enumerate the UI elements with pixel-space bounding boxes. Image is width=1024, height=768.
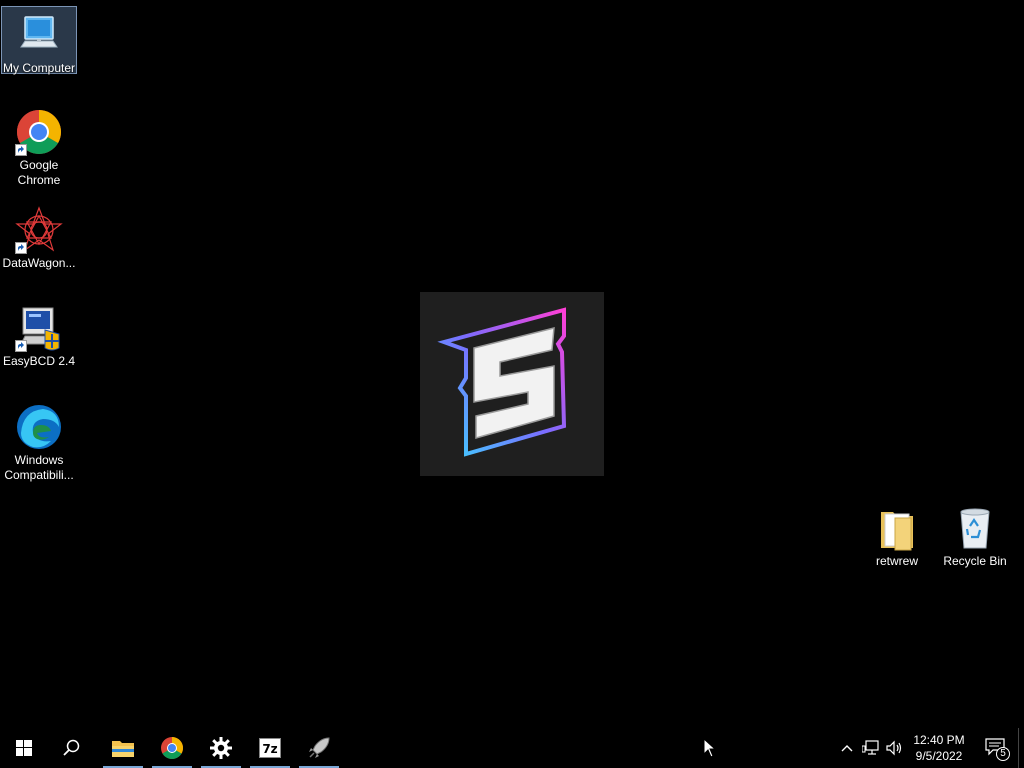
- rocket-icon: [309, 737, 330, 758]
- taskbar: 7z 12:40 PM 9/5/2022 5: [0, 728, 1024, 768]
- wallpaper-logo: 5: [420, 292, 604, 476]
- clock[interactable]: 12:40 PM 9/5/2022: [908, 731, 970, 765]
- desktop-icon-recycle-bin[interactable]: Recycle Bin: [937, 500, 1013, 569]
- taskbar-chrome[interactable]: [148, 728, 196, 768]
- desktop-icon-label: Recycle Bin: [943, 554, 1007, 568]
- network-button[interactable]: [860, 728, 882, 768]
- desktop-icon-label: EasyBCD 2.4: [2, 354, 76, 368]
- datawagon-icon: [15, 206, 63, 254]
- folder-icon: [112, 741, 134, 757]
- chrome-icon: [161, 737, 183, 759]
- speaker-icon: [886, 740, 902, 756]
- show-desktop-button[interactable]: [1018, 728, 1024, 768]
- desktop-icon-my-computer[interactable]: My Computer: [1, 6, 77, 75]
- taskbar-app[interactable]: [295, 728, 343, 768]
- taskbar-file-explorer[interactable]: [99, 728, 147, 768]
- recycle-bin-icon: [951, 504, 999, 552]
- desktop-icon-label: Google Chrome: [17, 158, 61, 187]
- taskbar-settings[interactable]: [197, 728, 245, 768]
- desktop-icon-label: Windows Compatibili...: [4, 453, 74, 482]
- start-button[interactable]: [0, 728, 48, 768]
- shortcut-arrow-icon: [15, 242, 27, 254]
- notification-center-button[interactable]: 5: [976, 728, 1016, 768]
- desktop-icon-label: My Computer: [2, 61, 76, 75]
- chrome-icon: [15, 108, 63, 156]
- windows-logo-icon: [16, 740, 32, 756]
- edge-icon: [15, 403, 63, 451]
- desktop-icon-label: retwrew: [875, 554, 918, 568]
- desktop-icon-retwrew-folder[interactable]: retwrew: [859, 500, 935, 569]
- computer-icon: [15, 11, 63, 59]
- desktop-icon-datawagon[interactable]: DataWagon...: [1, 202, 77, 271]
- 7z-icon: 7z: [259, 738, 281, 758]
- shortcut-arrow-icon: [15, 340, 27, 352]
- desktop-icon-google-chrome[interactable]: Google Chrome: [1, 104, 77, 188]
- search-icon: [63, 739, 80, 756]
- desktop-icon-label: DataWagon...: [2, 256, 76, 270]
- taskbar-7zip[interactable]: 7z: [246, 728, 294, 768]
- desktop-icon-windows-compatibility[interactable]: Windows Compatibili...: [1, 399, 77, 483]
- notification-count-badge: 5: [996, 747, 1010, 761]
- folder-icon: [873, 504, 921, 552]
- tray-overflow-button[interactable]: [836, 728, 858, 768]
- search-button[interactable]: [48, 728, 96, 768]
- mouse-cursor-icon: [703, 738, 717, 758]
- chevron-up-icon: [841, 745, 853, 752]
- shortcut-arrow-icon: [15, 144, 27, 156]
- volume-button[interactable]: [884, 728, 906, 768]
- 7z-icon-text: 7z: [262, 742, 278, 756]
- network-icon: [862, 740, 879, 755]
- clock-date: 9/5/2022: [915, 749, 963, 763]
- clock-time: 12:40 PM: [913, 733, 965, 747]
- easybcd-icon: [15, 304, 63, 352]
- desktop-icon-easybcd[interactable]: EasyBCD 2.4: [1, 300, 77, 369]
- gear-icon: [210, 737, 232, 759]
